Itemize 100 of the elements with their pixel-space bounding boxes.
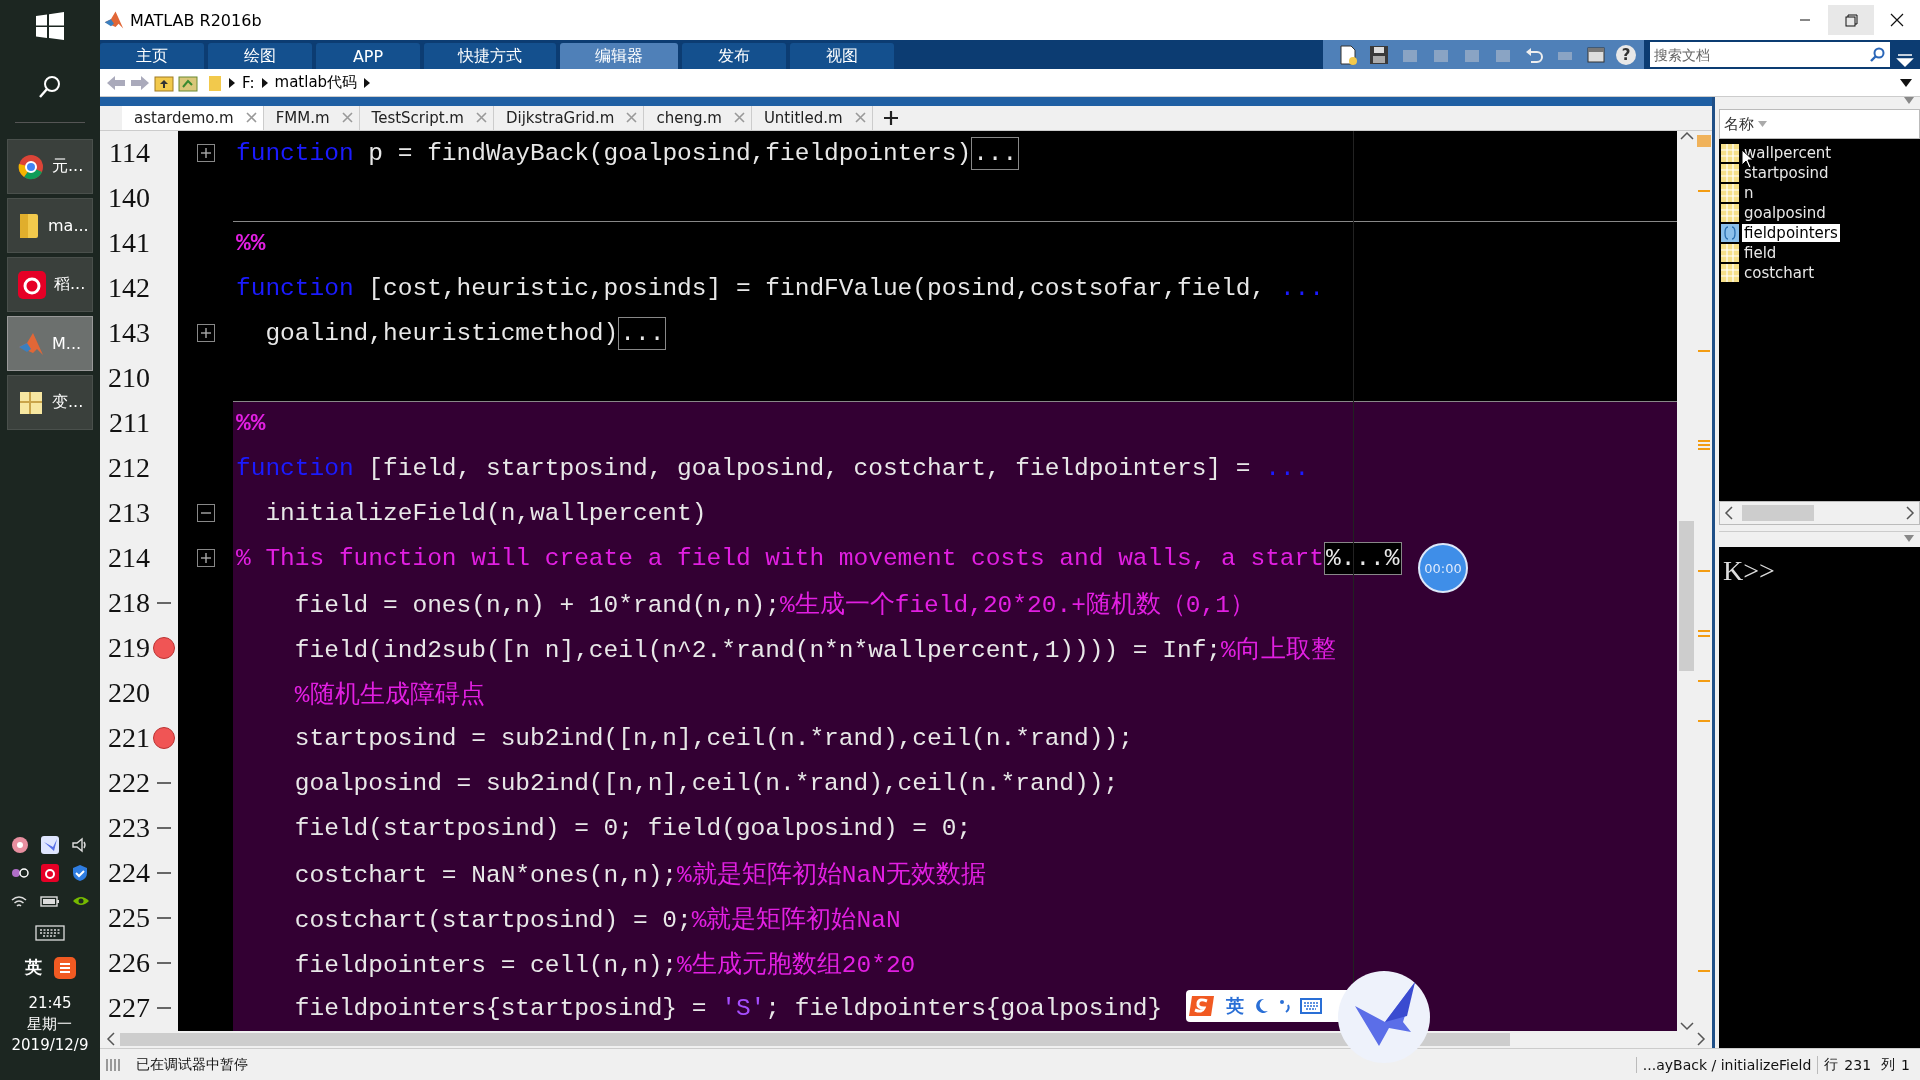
executable-line-marker[interactable]	[157, 827, 171, 830]
executable-line-marker[interactable]	[157, 917, 171, 920]
ribbon-tab[interactable]: 主页	[100, 43, 204, 69]
ribbon-tab[interactable]: 视图	[790, 43, 894, 69]
executable-line-marker[interactable]	[157, 872, 171, 875]
column-header[interactable]: 名称	[1724, 114, 1754, 134]
ime-logo-icon[interactable]	[53, 956, 76, 979]
line-number: 141	[107, 227, 150, 260]
scroll-down-icon[interactable]	[1679, 1020, 1694, 1031]
path-segment[interactable]: matlab代码	[274, 73, 358, 92]
scroll-thumb[interactable]	[1679, 520, 1694, 671]
speaker-icon[interactable]	[71, 836, 89, 854]
folder-up-icon[interactable]	[154, 73, 174, 92]
variable-name[interactable]: costchart	[1742, 264, 1817, 282]
new-document-icon[interactable]	[1337, 43, 1359, 66]
scroll-left-icon[interactable]	[1724, 506, 1734, 520]
clock-date[interactable]: 2019/12/9	[11, 1035, 89, 1056]
scroll-up-icon[interactable]	[1679, 130, 1694, 141]
line-number: 142	[107, 272, 150, 305]
line-number: 114	[108, 137, 150, 170]
variable-name[interactable]: field	[1742, 244, 1779, 262]
dropdown-caret-icon[interactable]	[1900, 78, 1912, 87]
editor-tab[interactable]: DijkstraGrid.m	[494, 105, 645, 130]
code-line: %%	[236, 230, 266, 258]
panel-menu-icon[interactable]	[1904, 535, 1914, 542]
windows-logo-icon[interactable]	[36, 12, 64, 40]
scroll-thumb[interactable]	[120, 1032, 1510, 1046]
line-number: 225	[107, 902, 150, 935]
editor-tab[interactable]: cheng.m	[644, 105, 752, 130]
browse-folder-icon[interactable]	[178, 73, 198, 92]
taskbar-app[interactable]: 元...	[7, 139, 93, 194]
ribbon-tab[interactable]: 编辑器	[560, 43, 678, 69]
horizontal-scrollbar[interactable]	[1719, 501, 1920, 525]
restore-icon[interactable]	[1828, 5, 1874, 35]
collapse-icon[interactable]	[196, 504, 215, 523]
line-number: 212	[107, 452, 150, 485]
keyboard-icon[interactable]	[1300, 998, 1322, 1014]
taskbar-app[interactable]: 稻...	[7, 257, 93, 312]
breakpoint-marker[interactable]	[153, 727, 175, 750]
matrix-variable-icon	[1721, 144, 1739, 162]
path-separator-icon	[228, 77, 236, 88]
code-line: %%	[236, 410, 266, 438]
help-button[interactable]: ?	[1616, 44, 1636, 65]
variable-name[interactable]: wallpercent	[1742, 144, 1834, 162]
ribbon-tab[interactable]: 发布	[682, 43, 786, 69]
variable-name[interactable]: n	[1742, 184, 1756, 202]
punctuation-icon[interactable]	[1278, 997, 1292, 1015]
line-number: 210	[107, 362, 150, 395]
path-segment[interactable]: F:	[242, 73, 255, 92]
matrix-variable-icon	[1721, 164, 1739, 182]
editor-tab[interactable]: Untitled.m	[751, 105, 873, 130]
ribbon-tab[interactable]: 绘图	[208, 43, 312, 69]
executable-line-marker[interactable]	[157, 1007, 171, 1010]
search-icon[interactable]	[37, 74, 63, 100]
executable-line-marker[interactable]	[157, 962, 171, 965]
executable-line-marker[interactable]	[157, 602, 171, 605]
code-line: startposind = sub2ind([n,n],ceil(n.*rand),ceil(n.*rand));	[293, 725, 1133, 753]
variable-name[interactable]: startposind	[1742, 164, 1831, 182]
input-mode[interactable]: 英	[24, 956, 42, 979]
clock-weekday[interactable]: 星期一	[27, 1014, 73, 1035]
column-number-value: 1	[1901, 1056, 1910, 1073]
line-number: 218	[107, 587, 150, 620]
floating-bird-button[interactable]	[1337, 970, 1431, 1064]
close-icon[interactable]	[245, 112, 257, 124]
expand-icon[interactable]	[196, 549, 215, 568]
executable-line-marker[interactable]	[157, 782, 171, 785]
scroll-right-icon[interactable]	[1696, 1032, 1706, 1047]
search-field[interactable]: 搜索文档	[1650, 45, 1870, 64]
search-box[interactable]: 搜索文档	[1650, 42, 1890, 67]
code-line: function [cost,heuristic,posinds] = findFValue(posind,costsofar,field, ...	[236, 275, 1324, 303]
browser-icon	[18, 153, 44, 180]
ribbon-tab[interactable]: 快捷方式	[424, 43, 556, 69]
line-number-value: 231	[1844, 1056, 1872, 1073]
variable-name[interactable]: goalposind	[1742, 204, 1828, 222]
breakpoint-marker[interactable]	[153, 637, 175, 660]
editor-tab[interactable]: TestScript.m	[359, 105, 494, 130]
music-app-icon	[18, 270, 46, 299]
expand-icon[interactable]	[196, 144, 215, 163]
ribbon-tab[interactable]: APP	[316, 43, 420, 69]
ime-mode[interactable]: 英	[1226, 994, 1244, 1018]
new-tab-icon[interactable]	[882, 109, 899, 126]
clock-time[interactable]: 21:45	[28, 993, 72, 1014]
taskbar-app[interactable]: ma...	[7, 198, 93, 253]
taskbar-app[interactable]: M...	[7, 316, 93, 371]
flower-icon[interactable]	[11, 836, 29, 854]
scroll-right-icon[interactable]	[1905, 506, 1915, 520]
column-label: 列	[1881, 1055, 1896, 1074]
expand-icon[interactable]	[196, 324, 215, 343]
taskbar-app[interactable]: 变...	[7, 375, 93, 430]
shield-icon[interactable]	[71, 864, 89, 882]
scroll-left-icon[interactable]	[106, 1032, 116, 1047]
music-app-icon[interactable]	[41, 864, 59, 882]
line-number: 221	[107, 722, 150, 755]
editor-tab[interactable]: astardemo.m	[122, 105, 264, 130]
editor-tab[interactable]: FMM.m	[263, 105, 360, 130]
command-window[interactable]: K>>	[1719, 547, 1920, 1048]
filter-icon[interactable]	[1896, 51, 1914, 69]
bird-icon[interactable]	[41, 836, 59, 854]
variable-name[interactable]: fieldpointers	[1742, 224, 1840, 242]
matrix-variable-icon	[1721, 264, 1739, 282]
